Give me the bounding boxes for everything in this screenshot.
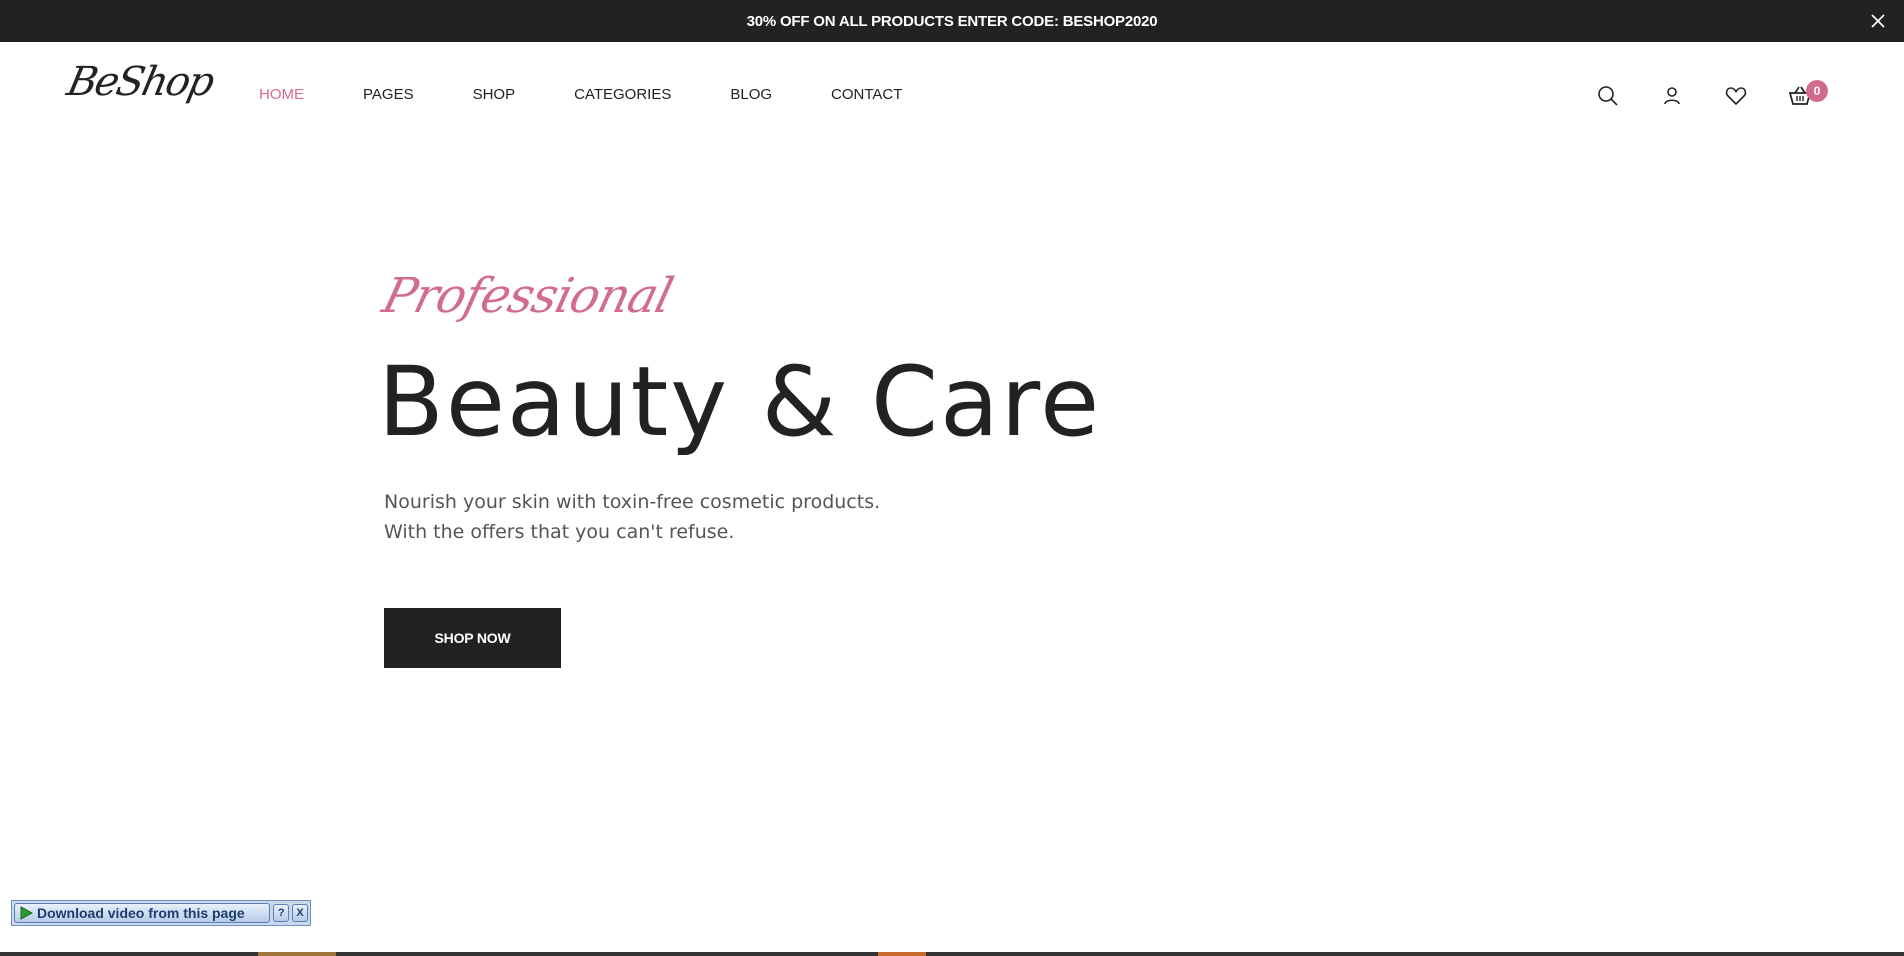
nav-item-shop[interactable]: SHOP [473,86,516,103]
cart-button[interactable]: 0 [1788,80,1828,108]
close-icon [1871,14,1885,28]
main-nav: HOME PAGES SHOP CATEGORIES BLOG CONTACT [259,86,961,103]
search-icon [1598,86,1618,106]
download-video-button[interactable]: Download video from this page [14,903,271,923]
site-logo[interactable]: BeShop [63,59,217,105]
video-close-button[interactable]: X [292,904,308,922]
nav-item-categories[interactable]: CATEGORIES [574,86,671,103]
search-button[interactable] [1596,84,1620,108]
header-icons: 0 [1596,80,1828,108]
download-video-label: Download video from this page [37,905,245,921]
nav-item-home[interactable]: HOME [259,86,304,103]
promo-bar: 30% OFF ON ALL PRODUCTS ENTER CODE: BESH… [0,0,1904,42]
shop-now-button[interactable]: SHOP NOW [384,608,561,668]
wishlist-button[interactable] [1724,84,1748,108]
promo-close-button[interactable] [1866,9,1890,33]
nav-item-blog[interactable]: BLOG [730,86,772,103]
nav-item-contact[interactable]: CONTACT [831,86,902,103]
video-download-bar: Download video from this page ? X [11,900,311,926]
bottom-strip-segment [878,952,926,956]
play-icon [20,906,33,920]
hero-description: Nourish your skin with toxin-free cosmet… [384,491,881,543]
account-button[interactable] [1660,84,1684,108]
hero-script-text: Professional [377,268,678,324]
user-icon [1664,87,1680,105]
promo-text: 30% OFF ON ALL PRODUCTS ENTER CODE: BESH… [746,12,1158,30]
video-help-button[interactable]: ? [273,904,290,922]
cart-count-badge: 0 [1806,80,1828,102]
heart-icon [1725,87,1747,106]
bottom-strip-segment [258,952,336,956]
bottom-strip [0,952,1904,956]
site-header: BeShop HOME PAGES SHOP CATEGORIES BLOG C… [0,42,1904,152]
hero-title: Beauty & Care [378,346,1102,458]
nav-item-pages[interactable]: PAGES [363,86,414,103]
